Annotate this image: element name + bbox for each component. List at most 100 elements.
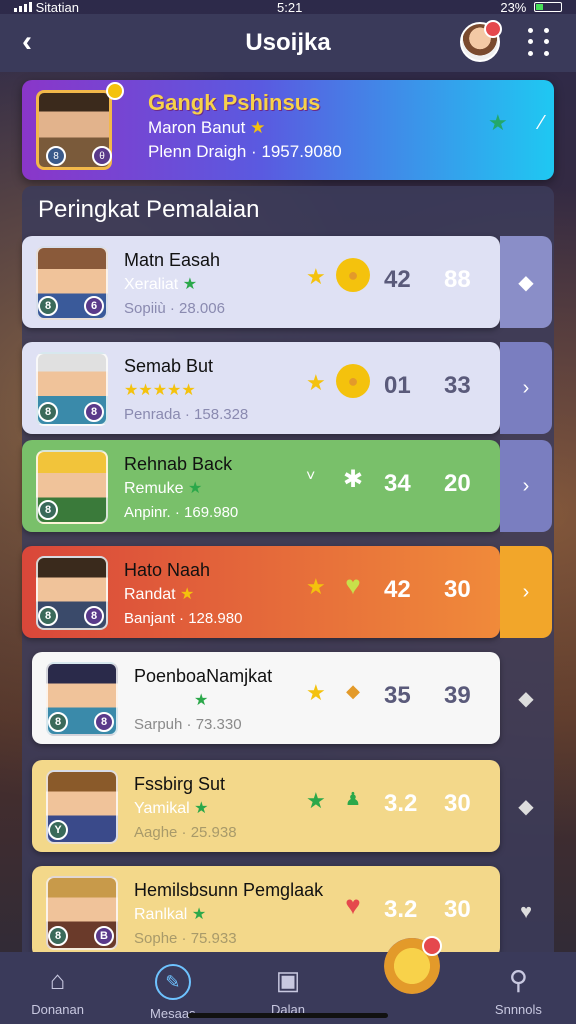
leaderboard-row[interactable]: 8 8 PoenboaNamjkat ★ Sarpuh · 73.330 ★ ◆… <box>32 652 534 744</box>
class-badge-icon: 6 <box>84 296 104 316</box>
player-name: Hato Naah <box>124 560 211 580</box>
battery-label: 23% <box>500 0 527 14</box>
player-name: Matn Easah <box>124 250 221 270</box>
player-meta: Penrada · 158.328 <box>124 406 249 423</box>
player-subtitle-text: Yamikal <box>134 800 190 817</box>
class-badge-icon: B <box>94 926 114 946</box>
rank-badge-icon: 8 <box>38 402 58 422</box>
player-name: Fssbirg Sut <box>134 774 226 794</box>
heart-outline-icon[interactable]: ♥ <box>500 866 552 958</box>
player-subtitle: Xeraliat ★ <box>124 274 197 294</box>
player-subtitle-text: Xeraliat <box>124 276 179 293</box>
score-secondary: 20 <box>444 470 471 497</box>
chevron-right-icon[interactable]: › <box>500 546 552 638</box>
nav-item-home[interactable]: ⌂ Donanan <box>0 952 115 1024</box>
home-indicator <box>188 1013 388 1018</box>
star-icon: ★ <box>191 906 207 923</box>
compass-icon: ✎ <box>154 964 191 1000</box>
score-secondary: 30 <box>444 790 471 817</box>
class-badge-icon: θ <box>92 146 112 166</box>
player-subtitle-text: Remuke <box>124 480 184 497</box>
class-badge-icon: 8 <box>94 712 114 732</box>
player-subtitle: Remuke ★ <box>124 478 202 498</box>
user-icon: ⚲ <box>508 964 528 995</box>
signal-icon <box>14 1 32 12</box>
player-name: Semab But <box>124 356 214 376</box>
rewards-fab-icon[interactable] <box>384 936 442 994</box>
rank-badge-icon: Y <box>48 820 68 840</box>
featured-player-subtitle-text: Maron Banut <box>148 118 246 137</box>
leaderboard-row[interactable]: 8 8 Hato Naah Randat ★ Banjant · 128.980… <box>22 546 552 638</box>
leaderboard-row[interactable]: 8 8 Semab But ★★★★★ Penrada · 158.328 ★ … <box>22 342 552 434</box>
player-meta: Sarpuh · 73.330 <box>134 716 242 733</box>
rank-badge-icon: 8 <box>48 712 68 732</box>
score-primary: 34 <box>384 470 411 497</box>
diamond-icon[interactable]: ◆ <box>500 652 552 744</box>
class-badge-icon: 8 <box>84 606 104 626</box>
coin-icon: ● <box>336 258 370 292</box>
sparkle-icon: ✱ <box>342 465 364 493</box>
carrier-label: Sitatian <box>35 0 79 14</box>
player-subtitle: Randat ★ <box>124 584 194 604</box>
heart-icon: ♥ <box>345 889 361 920</box>
star-icon: ★ <box>194 692 209 709</box>
player-subtitle: Ranlkal ★ <box>134 904 206 924</box>
notification-dot-icon <box>106 82 124 100</box>
player-stars: ★★★★★ <box>124 382 196 399</box>
status-bar: Sitatian 5:21 23% <box>0 0 576 14</box>
featured-player-card[interactable]: 8 θ Gangk Pshinsus Maron Banut ★ Plenn D… <box>22 80 554 180</box>
more-menu-icon[interactable] <box>528 28 552 56</box>
leaderboard-row[interactable]: 8 6 Matn Easah Xeraliat ★ Sopiiù · 28.00… <box>22 236 552 328</box>
rank-badge-icon: 8 <box>48 926 68 946</box>
status-right: 23% <box>500 0 562 14</box>
leaderboard-row[interactable]: 8 Rehnab Back Remuke ★ Anpinr. · 169.980… <box>22 440 552 532</box>
featured-player-name: Gangk Pshinsus <box>148 90 321 115</box>
star-icon: ★ <box>306 264 326 289</box>
clock: 5:21 <box>277 0 303 14</box>
profile-avatar[interactable] <box>460 20 502 62</box>
player-meta: Sophe · 75.933 <box>134 930 237 947</box>
featured-player-subtitle: Maron Banut ★ <box>148 118 265 138</box>
star-icon: ★ <box>306 574 326 599</box>
player-meta: Anpinr. · 169.980 <box>124 504 239 521</box>
player-subtitle: ★ <box>134 690 208 710</box>
bottom-nav: ⌂ Donanan ✎ Mesaas ▣ Dalan ⚲ Snnnols <box>0 936 576 1024</box>
score-secondary: 39 <box>444 682 471 709</box>
edit-icon[interactable]: ⁄ <box>540 112 543 135</box>
page-title: Usoijka <box>245 29 331 56</box>
star-icon: ★ <box>180 586 195 603</box>
star-icon: ★ <box>306 370 326 395</box>
player-meta: Sopiiù · 28.006 <box>124 300 225 317</box>
star-icon: ★ <box>306 680 326 705</box>
gift-icon: ◆ <box>346 680 360 701</box>
chess-icon: ♟ <box>344 788 362 809</box>
nav-label: Snnnols <box>494 1002 542 1017</box>
star-icon: ★ <box>488 110 508 135</box>
rank-badge-icon: 8 <box>46 146 66 166</box>
score-primary: 42 <box>384 576 411 603</box>
leaderboard-row[interactable]: Y Fssbirg Sut Yamikal ★ Aaghe · 25.938 ★… <box>32 760 534 852</box>
nav-label: Donanan <box>31 1002 84 1017</box>
back-arrow-icon[interactable]: ‹ <box>22 27 32 57</box>
star-icon: ★ <box>306 788 326 813</box>
chevron-right-icon[interactable]: › <box>500 342 552 434</box>
leaderboard-title: Peringkat Pemalaian <box>38 196 260 223</box>
player-name: Rehnab Back <box>124 454 233 474</box>
coin-icon: ● <box>336 364 370 398</box>
chat-icon: ▣ <box>275 964 301 995</box>
diamond-icon[interactable]: ◆ <box>500 760 552 852</box>
chevron-right-icon[interactable]: › <box>500 440 552 532</box>
star-icon: ★ <box>194 800 209 817</box>
player-subtitle-text: Randat <box>124 586 176 603</box>
player-name: PoenboaNamjkat <box>134 666 273 686</box>
nav-item-profile[interactable]: ⚲ Snnnols <box>461 952 576 1024</box>
home-icon: ⌂ <box>49 964 66 995</box>
rank-badge-icon: 8 <box>38 606 58 626</box>
score-primary: 3.2 <box>384 896 418 923</box>
chevron-down-icon: ˅ <box>306 468 316 485</box>
player-meta: Banjant · 128.980 <box>124 610 243 627</box>
score-secondary: 88 <box>444 266 471 293</box>
battery-icon <box>534 1 562 12</box>
score-primary: 35 <box>384 682 411 709</box>
diamond-icon[interactable]: ◆ <box>500 236 552 328</box>
